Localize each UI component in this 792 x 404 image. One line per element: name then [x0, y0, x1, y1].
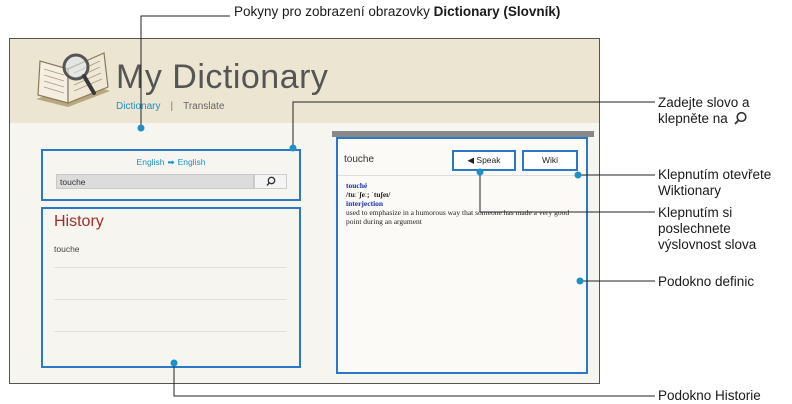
history-item[interactable]: touche: [54, 244, 80, 254]
dictionary-app-window: My Dictionary Dictionary | Translate Engli…: [9, 38, 600, 384]
arrow-right-icon: ➡: [167, 157, 175, 167]
app-title: My Dictionary: [116, 58, 329, 96]
dictionary-book-icon: [36, 52, 110, 107]
callout-history-pane: Podokno Historie: [658, 388, 761, 403]
search-icon: [733, 111, 747, 125]
definition-body: touché /tuːˈʃeː; ˈtuʃeɪ/ interjection us…: [346, 181, 578, 226]
wiki-button[interactable]: Wiki: [522, 150, 578, 171]
speaker-icon: ◀: [467, 155, 475, 165]
nav-translate-tab[interactable]: Translate: [183, 101, 224, 112]
callout-line: Wiktionary: [658, 183, 722, 198]
history-pane: History touche: [41, 207, 301, 368]
callout-pronunciation: Klepnutím si poslechnete výslovnost slov…: [658, 205, 756, 253]
definition-meaning: used to emphasize in a humorous way that…: [346, 208, 570, 226]
definition-part-of-speech: interjection: [346, 199, 384, 208]
app-nav: Dictionary | Translate: [116, 101, 224, 112]
history-divider: [54, 267, 286, 268]
callout-line: poslechnete: [658, 221, 731, 236]
callout-line: výslovnost slova: [658, 237, 757, 252]
callout-enter-word: Zadejte slovo a klepněte na: [658, 95, 750, 127]
definition-pane-container: touche ◀ Speak Wiki touché /tuːˈʃeː; ˈtu…: [332, 131, 594, 376]
definition-word: touche: [344, 154, 375, 165]
definition-pane: touche ◀ Speak Wiki touché /tuːˈʃeː; ˈtu…: [336, 137, 588, 374]
search-panel: English ➡ English touche: [41, 149, 301, 201]
nav-separator: |: [170, 101, 174, 112]
callout-definition-pane: Podokno definic: [658, 274, 755, 289]
search-button[interactable]: [254, 174, 287, 189]
search-icon: [266, 176, 276, 186]
definition-headword: touché: [346, 181, 368, 190]
definition-pronunciation: /tuːˈʃeː; ˈtuʃeɪ/: [346, 190, 391, 199]
app-header: My Dictionary Dictionary | Translate: [10, 39, 599, 123]
history-title: History: [54, 213, 104, 230]
target-language[interactable]: English: [178, 157, 206, 167]
top-annotation: Pokyny pro zobrazení obrazovky Dictionar…: [234, 4, 560, 19]
search-input[interactable]: touche: [56, 174, 254, 189]
callout-line: Zadejte slovo a: [658, 95, 750, 110]
callout-line: klepněte na: [658, 111, 750, 127]
callout-line-text: klepněte na: [658, 111, 728, 126]
speak-button[interactable]: ◀ Speak: [452, 150, 516, 171]
definition-divider: [338, 175, 586, 176]
callout-line: Klepnutím si: [658, 205, 733, 220]
top-annotation-text: Pokyny pro zobrazení obrazovky: [234, 4, 430, 19]
source-language[interactable]: English: [137, 157, 165, 167]
callout-wiktionary: Klepnutím otevřete Wiktionary: [658, 167, 771, 199]
language-selector[interactable]: English ➡ English: [43, 157, 299, 168]
speak-label: Speak: [476, 155, 501, 165]
top-annotation-bold: Dictionary (Slovník): [433, 4, 561, 19]
callout-line: Klepnutím otevřete: [658, 167, 772, 182]
history-divider: [54, 331, 286, 332]
history-divider: [54, 299, 286, 300]
nav-dictionary-tab[interactable]: Dictionary: [116, 101, 160, 112]
